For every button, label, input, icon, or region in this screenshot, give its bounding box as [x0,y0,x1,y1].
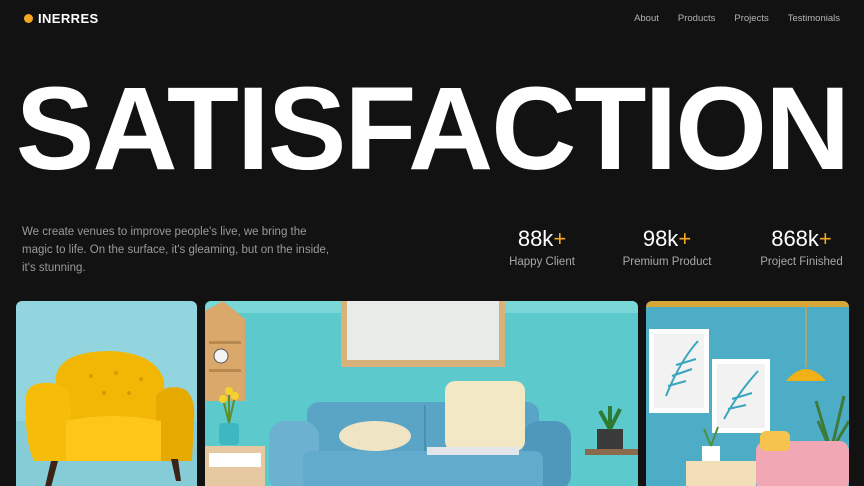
top-nav: About Products Projects Testimonials [634,13,840,24]
hero-title: SATISFACTION [15,63,851,195]
stat-label: Happy Client [509,256,575,268]
stat-happy-client: 88k+ Happy Client [497,226,587,268]
nav-link-products[interactable]: Products [678,13,716,24]
stat-value: 88k+ [517,226,567,251]
brand-logo[interactable]: INERRES [24,11,99,26]
nav-link-testimonials[interactable]: Testimonials [788,13,840,24]
nav-link-projects[interactable]: Projects [734,13,768,24]
stat-plus: + [678,226,692,251]
living-room-image [205,301,638,486]
stat-label: Project Finished [760,256,843,268]
gallery-card-pink-room[interactable] [646,301,849,486]
hero-description: We create venues to improve people's liv… [22,226,330,274]
stat-premium-product: 98k+ Premium Product [614,226,720,268]
armchair-image [16,301,197,486]
gallery-card-armchair[interactable] [16,301,197,486]
gallery-card-living-room[interactable] [205,301,638,486]
nav-link-about[interactable]: About [634,13,659,24]
stat-value: 868k+ [771,226,832,251]
pink-room-image [646,301,849,486]
logo-dot-icon [24,14,33,23]
brand-name: INERRES [38,11,99,26]
stat-value: 98k+ [642,226,692,251]
stat-label: Premium Product [622,256,712,268]
stat-plus: + [818,226,832,251]
stat-project-finished: 868k+ Project Finished [750,226,853,268]
stat-plus: + [553,226,567,251]
